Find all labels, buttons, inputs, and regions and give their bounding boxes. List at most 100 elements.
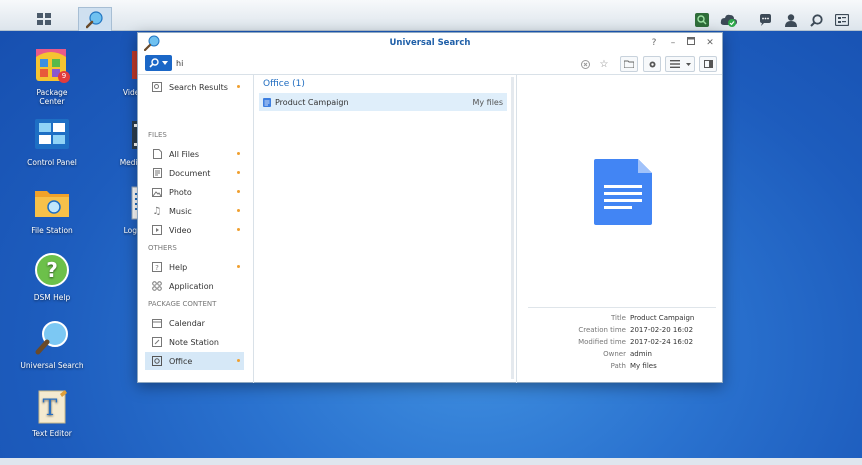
- sidebar-item-office[interactable]: Office: [145, 352, 244, 370]
- note-icon: [151, 336, 163, 348]
- close-button[interactable]: ✕: [704, 37, 716, 49]
- desktop-icon-package-center[interactable]: 9 Package Center: [12, 47, 92, 106]
- meta-path: Path My files: [518, 362, 723, 373]
- help-icon: ?: [32, 252, 72, 290]
- taskbar-search-button[interactable]: [808, 12, 824, 28]
- sidebar-item-label: Video: [169, 225, 192, 235]
- maximize-button[interactable]: [685, 37, 697, 49]
- search-results-icon: [151, 81, 163, 93]
- results-heading: Office (1): [263, 79, 305, 89]
- desktop-icon-universal-search[interactable]: Universal Search: [12, 320, 92, 370]
- gear-icon: [649, 61, 655, 67]
- window-titlebar[interactable]: Universal Search ? – ✕: [138, 33, 722, 53]
- text-editor-icon: T: [32, 388, 72, 426]
- desktop-icon-label: Control Panel: [27, 158, 77, 167]
- desktop-icon-label: Package: [36, 88, 68, 97]
- result-indicator-dot: [237, 152, 240, 155]
- search-icon: [149, 58, 159, 68]
- sidebar-item-video[interactable]: Video: [145, 221, 244, 239]
- sidebar-item-all-files[interactable]: All Files: [145, 145, 244, 163]
- taskbar-universal-search-button[interactable]: [78, 7, 112, 31]
- meta-value: 2017-02-20 16:02: [630, 326, 694, 334]
- chevron-down-icon: [162, 61, 168, 65]
- sidebar-item-note-station[interactable]: Note Station: [145, 333, 244, 351]
- taskbar-resource-monitor-button[interactable]: [694, 12, 710, 28]
- sidebar-item-label: Document: [169, 168, 211, 178]
- minimize-button[interactable]: –: [667, 37, 679, 49]
- taskbar: [0, 0, 862, 31]
- sidebar-item-label: Note Station: [169, 337, 219, 347]
- universal-search-window: Universal Search ? – ✕ ☆: [137, 32, 723, 383]
- meta-value: My files: [630, 362, 657, 370]
- sidebar-item-search-results[interactable]: Search Results: [145, 78, 244, 96]
- sidebar-item-label: Music: [169, 206, 192, 216]
- svg-text:T: T: [43, 396, 58, 421]
- sidebar-item-help[interactable]: ? Help: [145, 258, 244, 276]
- desktop-icon-file-station[interactable]: File Station: [12, 185, 92, 235]
- desktop-icon-control-panel[interactable]: Control Panel: [12, 117, 92, 167]
- section-others: OTHERS: [148, 244, 177, 252]
- help-button[interactable]: ?: [648, 37, 660, 49]
- result-indicator-dot: [237, 228, 240, 231]
- taskbar-notifications-button[interactable]: [757, 12, 773, 28]
- search-input[interactable]: [176, 56, 604, 71]
- desktop-icon-label: Universal Search: [20, 361, 84, 370]
- file-icon: [151, 148, 163, 160]
- meta-creation-time: Creation time 2017-02-20 16:02: [518, 326, 723, 337]
- maximize-icon: [687, 37, 695, 45]
- svg-text:?: ?: [46, 258, 58, 282]
- chevron-down-icon: [685, 62, 691, 66]
- toggle-preview-button[interactable]: [699, 56, 717, 72]
- sidebar-item-label: All Files: [169, 149, 200, 159]
- sidebar-item-label: Application: [169, 281, 214, 291]
- document-icon: [151, 167, 163, 179]
- photo-icon: [151, 186, 163, 198]
- question-icon: ?: [651, 38, 657, 48]
- meta-key: Owner: [603, 350, 626, 358]
- document-preview-icon: [594, 159, 652, 225]
- section-files: FILES: [148, 131, 167, 139]
- grid-icon: [37, 13, 51, 25]
- user-icon: [785, 13, 797, 27]
- sidebar-item-photo[interactable]: Photo: [145, 183, 244, 201]
- main-menu-button[interactable]: [29, 8, 59, 30]
- folder-icon: [32, 185, 72, 223]
- search-scope-button[interactable]: [145, 55, 172, 71]
- search-icon: [809, 13, 823, 27]
- sidebar-item-document[interactable]: Document: [145, 164, 244, 182]
- result-name: Product Campaign: [275, 97, 349, 107]
- result-indicator-dot: [237, 265, 240, 268]
- package-center-icon: 9: [32, 47, 72, 85]
- taskbar-cloud-button[interactable]: [719, 12, 739, 28]
- clear-search-button[interactable]: [577, 56, 593, 72]
- sidebar-item-calendar[interactable]: Calendar: [145, 314, 244, 332]
- results-scrollbar[interactable]: [511, 77, 514, 379]
- meta-value: Product Campaign: [630, 314, 695, 322]
- result-location: My files: [472, 97, 503, 107]
- preview-pane-icon: [703, 60, 713, 68]
- result-indicator-dot: [237, 209, 240, 212]
- desktop-icon-label: Text Editor: [32, 429, 72, 438]
- open-location-button[interactable]: [620, 56, 638, 72]
- result-row[interactable]: Product Campaign My files: [259, 93, 507, 111]
- taskbar-widgets-button[interactable]: [834, 12, 850, 28]
- taskbar-user-button[interactable]: [783, 12, 799, 28]
- desktop-icon-text-editor[interactable]: T Text Editor: [12, 388, 92, 438]
- universal-search-icon: [86, 10, 103, 28]
- minimize-icon: –: [670, 38, 676, 48]
- view-mode-button[interactable]: [665, 56, 695, 72]
- star-icon: ☆: [599, 58, 609, 70]
- calendar-icon: [151, 317, 163, 329]
- settings-button[interactable]: [643, 56, 661, 72]
- results-panel: Office (1) Product Campaign My files: [255, 75, 517, 383]
- sidebar-item-application[interactable]: Application: [145, 277, 244, 295]
- sidebar-item-music[interactable]: ♫ Music: [145, 202, 244, 220]
- search-toolbar: ☆: [138, 53, 722, 75]
- desktop-icon-label: Center: [39, 97, 65, 106]
- office-icon: [151, 355, 163, 367]
- save-search-button[interactable]: ☆: [596, 56, 612, 72]
- chat-bubble-icon: [759, 13, 771, 26]
- universal-search-icon: [32, 320, 72, 358]
- desktop-icon-dsm-help[interactable]: ? DSM Help: [12, 252, 92, 302]
- meta-value: 2017-02-24 16:02: [630, 338, 694, 346]
